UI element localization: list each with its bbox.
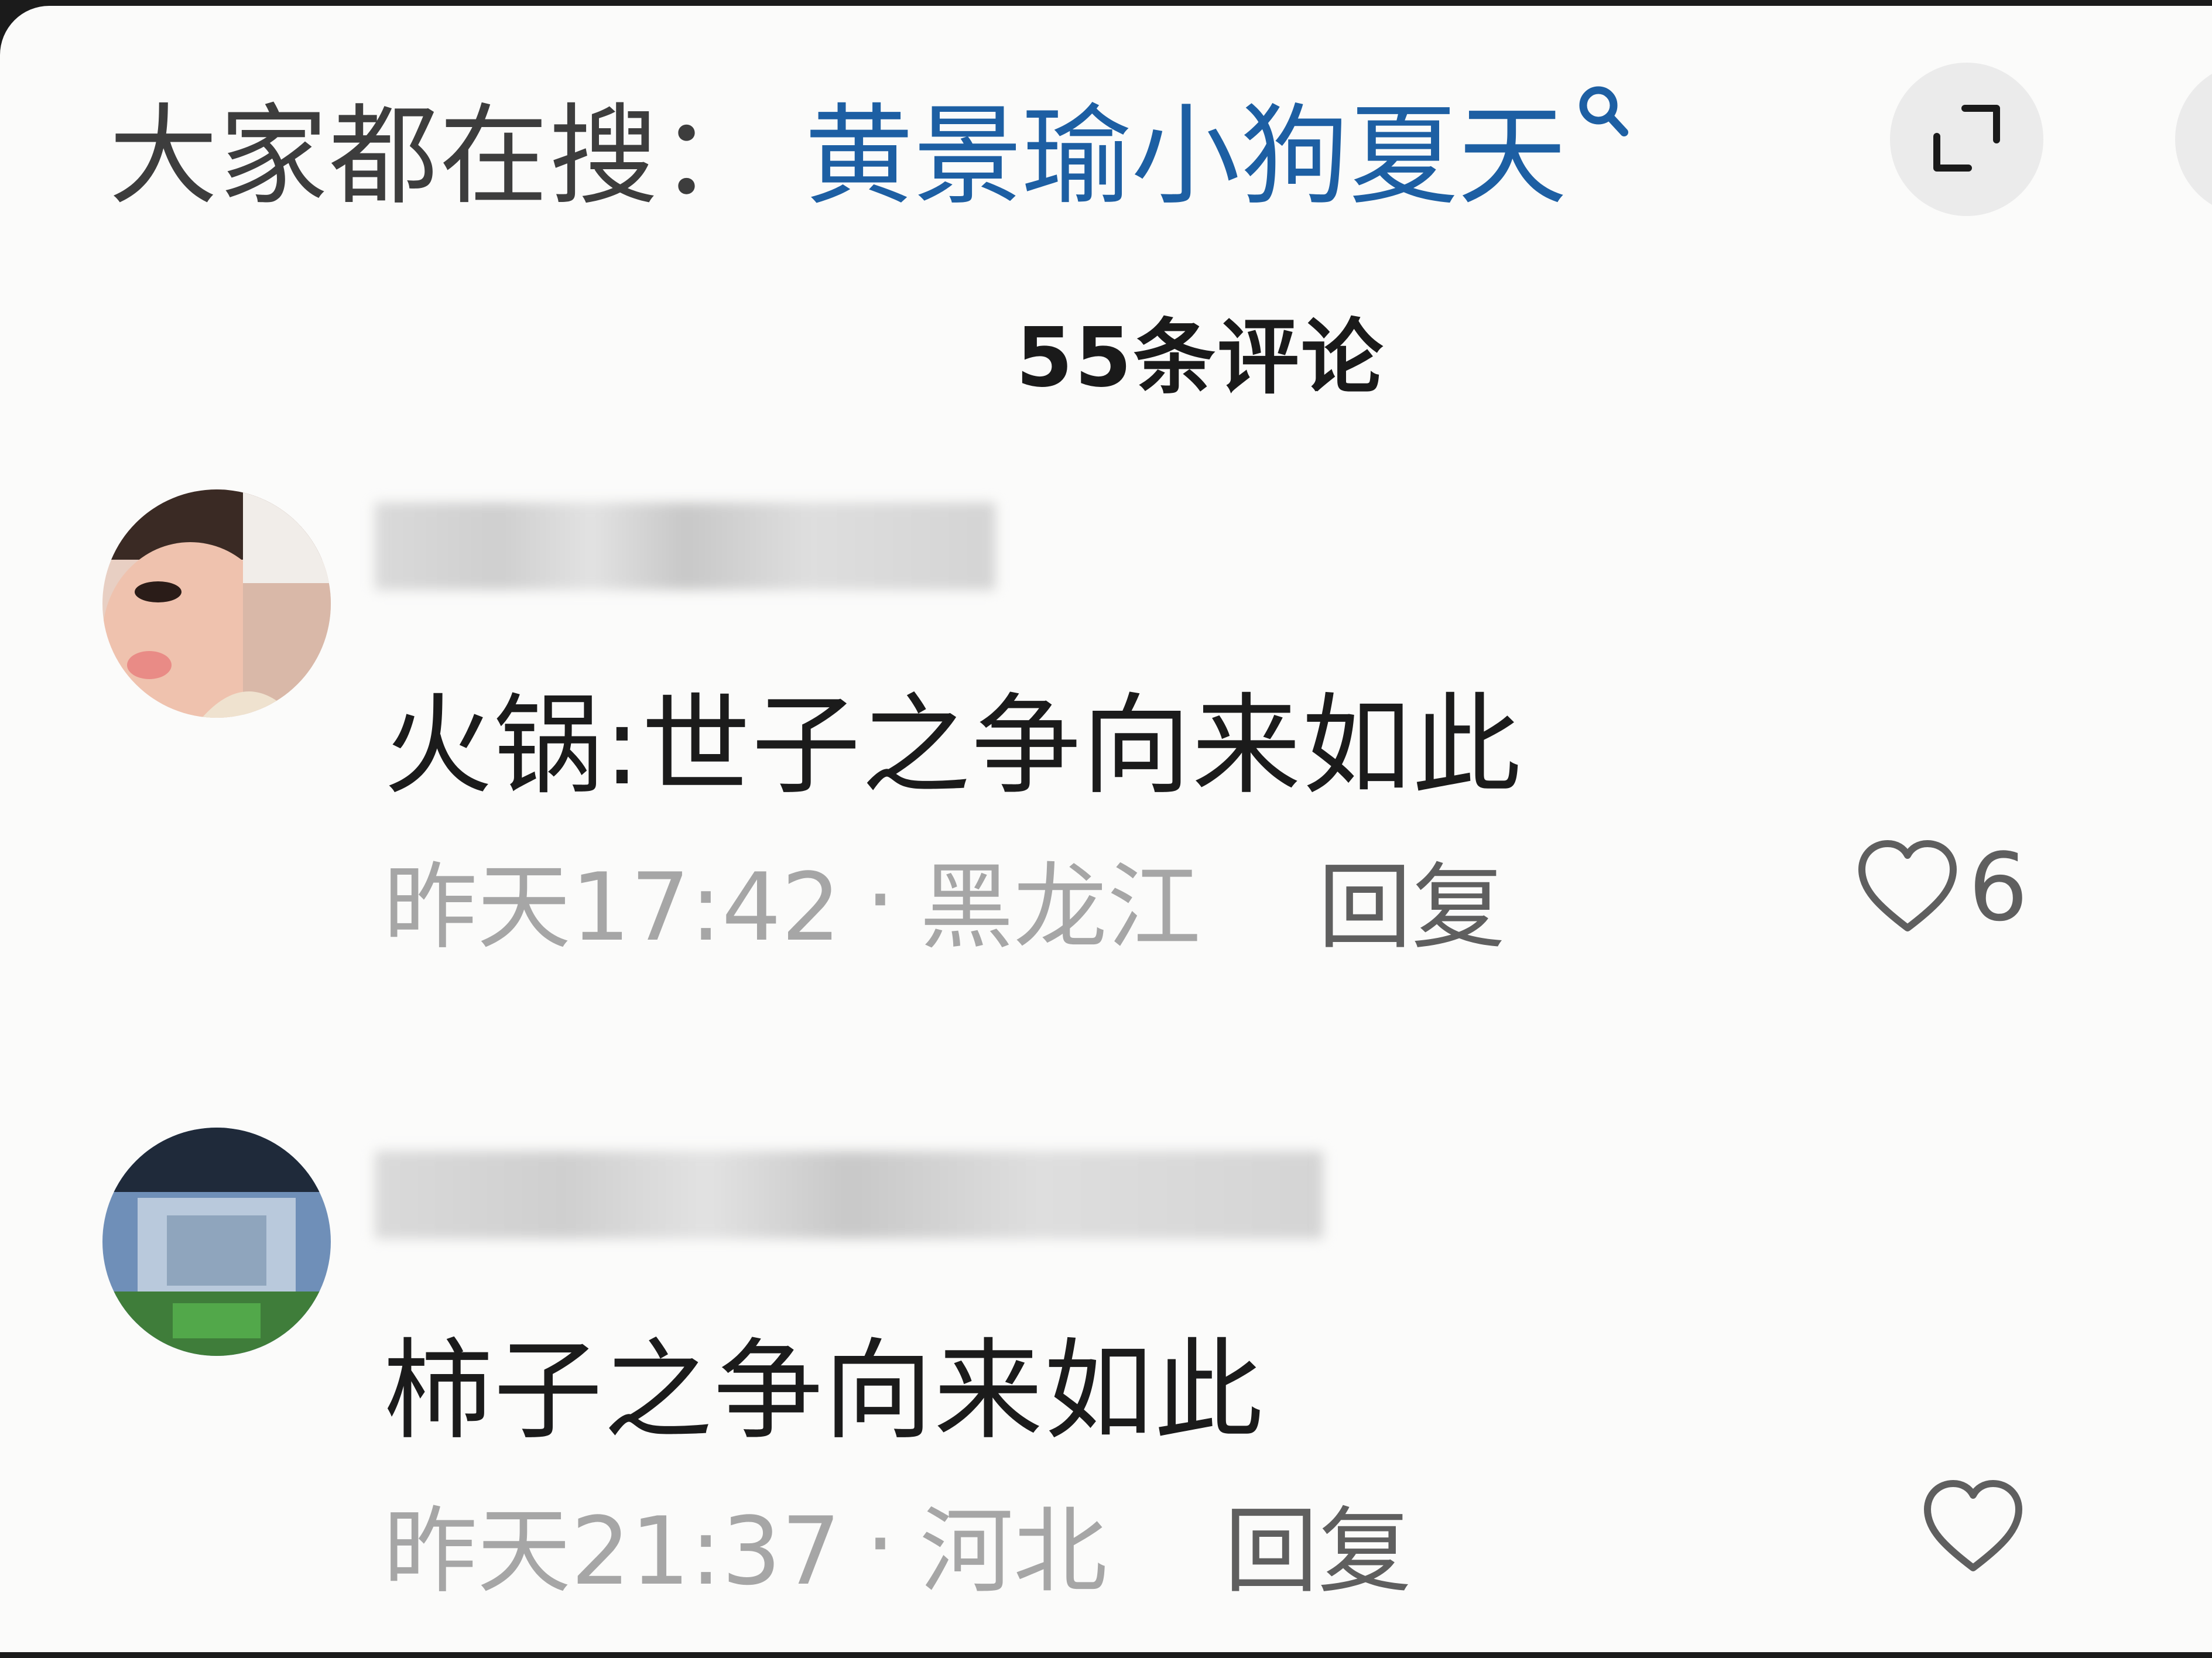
comment-sheet: 大家都在搜： 黄景瑜小狗夏天 55条评论 火锅:世子之争向来如此 昨天17:42… [0,6,2212,1652]
comment-meta: 昨天17:42 · 黑龙江 回复 [383,831,1505,967]
comment-meta: 昨天21:37 · 河北 回复 [383,1475,1412,1611]
comment-text: 火锅:世子之争向来如此 [383,682,1522,809]
like-button[interactable] [1920,1477,2034,1578]
expand-button[interactable] [1890,63,2043,216]
search-keyword-link[interactable]: 黄景瑜小狗夏天 [804,67,1567,225]
comment-text: 柿子之争向来如此 [383,1327,1265,1454]
like-count: 6 [1968,833,2028,942]
avatar[interactable] [102,489,331,718]
like-button[interactable]: 6 [1855,833,2028,942]
search-prefix-label: 大家都在搜： [109,93,770,220]
heart-outline-icon [1855,837,1960,938]
comment-time: 昨天17:42 [383,852,841,962]
expand-icon [1929,100,2005,179]
meta-separator: · [865,844,895,954]
comment-count-title: 55条评论 [1016,310,1385,406]
heart-outline-icon [1920,1477,2026,1578]
username-blurred[interactable] [375,502,995,590]
comment-location: 河北 [919,1496,1107,1606]
comment-location: 黑龙江 [919,852,1201,962]
avatar[interactable] [102,1128,331,1356]
more-button[interactable] [2175,63,2212,216]
meta-separator: · [865,1488,895,1598]
reply-button[interactable]: 回复 [1318,831,1505,967]
comment-time: 昨天21:37 [383,1496,841,1606]
username-blurred[interactable] [375,1151,1323,1239]
reply-button[interactable]: 回复 [1224,1475,1412,1611]
search-icon [1575,81,1630,145]
search-suggestion[interactable]: 大家都在搜： 黄景瑜小狗夏天 [109,76,1630,220]
